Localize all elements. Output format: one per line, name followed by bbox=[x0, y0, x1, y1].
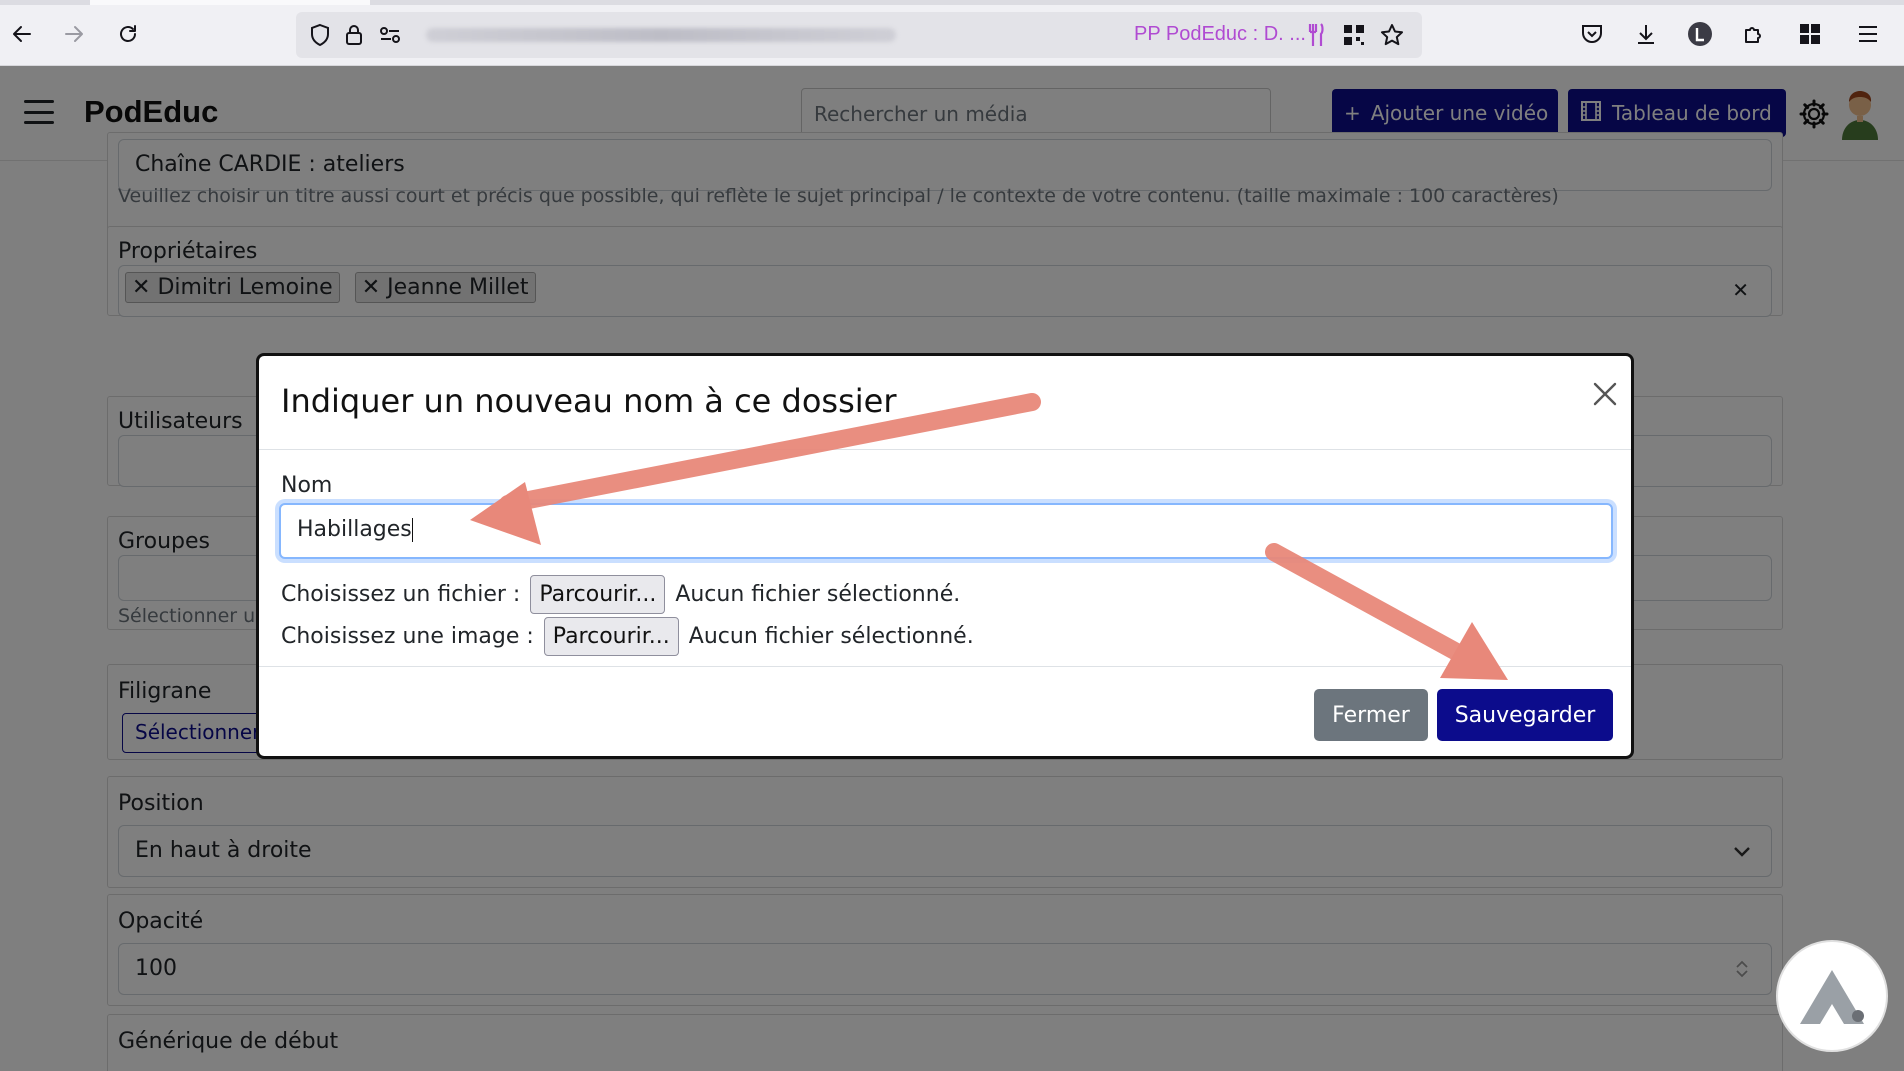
shield-icon[interactable] bbox=[306, 21, 334, 49]
download-icon[interactable] bbox=[1630, 18, 1662, 50]
name-value: Habillages bbox=[297, 517, 412, 542]
pocket-icon[interactable] bbox=[1576, 18, 1608, 50]
text-cursor bbox=[411, 518, 413, 542]
save-button[interactable]: Sauvegarder bbox=[1437, 689, 1613, 741]
modal-title: Indiquer un nouveau nom à ce dossier bbox=[281, 382, 897, 420]
url-bar[interactable]: PP PodEduc : D. ... bbox=[296, 12, 1422, 58]
browse-file-button[interactable]: Parcourir... bbox=[530, 574, 666, 614]
browser-toolbar: PP PodEduc : D. ... bbox=[0, 0, 1904, 66]
file-picker-row: Choisissez un fichier : Parcourir... Auc… bbox=[281, 573, 960, 615]
assistant-logo-icon[interactable] bbox=[1776, 940, 1888, 1052]
file-label: Choisissez un fichier : bbox=[281, 581, 521, 607]
reload-icon[interactable] bbox=[112, 18, 144, 50]
permissions-icon[interactable] bbox=[376, 21, 404, 49]
lock-icon[interactable] bbox=[340, 21, 368, 49]
name-input[interactable]: Habillages bbox=[279, 503, 1613, 559]
blurred-url bbox=[426, 28, 896, 42]
fork-knife-icon[interactable] bbox=[1302, 21, 1330, 49]
menu-icon[interactable] bbox=[1852, 18, 1884, 50]
name-label: Nom bbox=[281, 473, 333, 498]
tab-strip bbox=[0, 0, 1904, 5]
back-icon[interactable] bbox=[6, 18, 38, 50]
file-status: Aucun fichier sélectionné. bbox=[675, 581, 961, 607]
browse-image-button[interactable]: Parcourir... bbox=[543, 616, 679, 656]
extensions-icon[interactable] bbox=[1738, 18, 1770, 50]
active-tab[interactable] bbox=[90, 0, 370, 5]
close-button[interactable]: Fermer bbox=[1314, 689, 1428, 741]
qr-code-icon[interactable] bbox=[1340, 21, 1368, 49]
bookmark-star-icon[interactable] bbox=[1378, 21, 1406, 49]
close-icon[interactable] bbox=[1585, 374, 1625, 414]
image-label: Choisissez une image : bbox=[281, 623, 534, 649]
image-picker-row: Choisissez une image : Parcourir... Aucu… bbox=[281, 615, 974, 657]
forward-icon[interactable] bbox=[58, 18, 90, 50]
modal-footer: Fermer Sauvegarder bbox=[259, 666, 1631, 759]
url-suggestion[interactable]: PP PodEduc : D. ... bbox=[1134, 23, 1306, 46]
modal-body: Nom Habillages Choisissez un fichier : P… bbox=[259, 451, 1631, 666]
account-icon[interactable] bbox=[1684, 18, 1716, 50]
apps-grid-icon[interactable] bbox=[1794, 18, 1826, 50]
image-status: Aucun fichier sélectionné. bbox=[688, 623, 974, 649]
rename-folder-modal: Indiquer un nouveau nom à ce dossier Nom… bbox=[256, 353, 1634, 759]
modal-header: Indiquer un nouveau nom à ce dossier bbox=[259, 356, 1631, 450]
